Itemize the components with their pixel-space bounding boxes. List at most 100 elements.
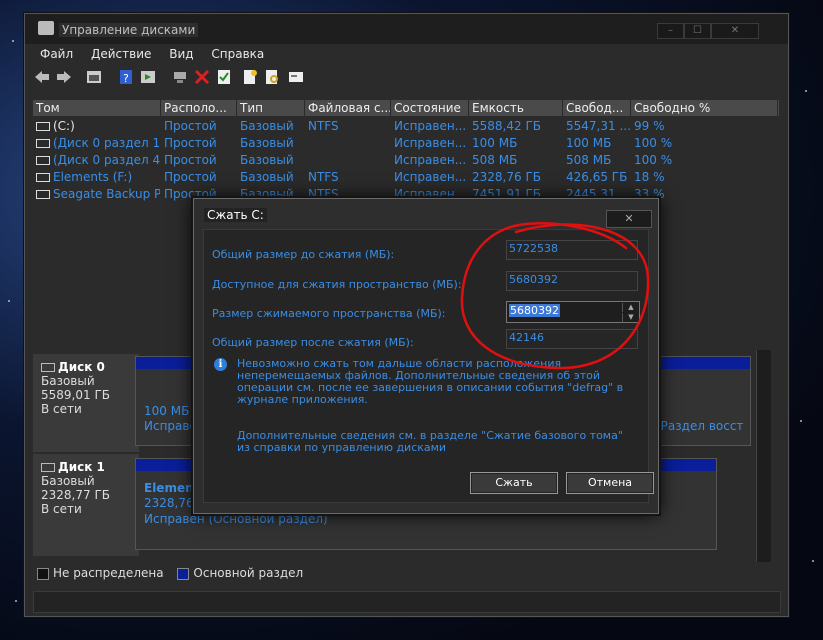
menu-action[interactable]: Действие: [84, 44, 158, 64]
disk-size: 5589,01 ГБ: [41, 388, 110, 402]
partition-size: 100 МБ: [144, 404, 190, 418]
unallocated-swatch: [37, 567, 49, 580]
volume-icon: [36, 122, 50, 131]
legend: Не распределена Основной раздел: [33, 566, 779, 586]
volume-cell: Базовый: [237, 152, 304, 169]
volume-cell: Seagate Backup Pl...: [33, 186, 160, 203]
minimize-button[interactable]: –: [657, 23, 684, 39]
total-after-field: 42146: [506, 329, 638, 349]
check-icon[interactable]: [215, 68, 233, 86]
info-message: Невозможно сжать том дальше области расп…: [237, 357, 624, 406]
volume-cell-text: Простой: [164, 153, 217, 167]
menu-bar: Файл Действие Вид Справка: [25, 44, 788, 64]
star: [8, 300, 10, 302]
volume-cell-text: Базовый: [240, 136, 294, 150]
volume-cell: 100 %: [631, 135, 777, 152]
volume-cell-text: (Диск 0 раздел 1): [53, 136, 160, 150]
vertical-scrollbar[interactable]: [756, 350, 771, 562]
volume-cell-text: 508 МБ: [566, 153, 612, 167]
volume-cell: Исправен...: [391, 118, 468, 135]
shrink-button[interactable]: Сжать: [470, 472, 558, 494]
volume-icon: [36, 139, 50, 148]
refresh-icon[interactable]: [139, 68, 157, 86]
star: [15, 600, 17, 602]
total-before-field: 5722538: [506, 240, 638, 260]
col-status[interactable]: Состояние: [391, 100, 469, 116]
col-filesystem[interactable]: Файловая с...: [305, 100, 391, 116]
star: [812, 560, 814, 562]
volume-cell: Исправен...: [391, 169, 468, 186]
menu-file[interactable]: Файл: [33, 44, 80, 64]
star: [805, 90, 807, 92]
disk-0-label[interactable]: Диск 0 Базовый 5589,01 ГБ В сети: [33, 354, 139, 452]
volume-cell: Elements (F:): [33, 169, 160, 186]
volume-cell-text: 100 %: [634, 153, 673, 167]
back-icon[interactable]: [33, 68, 51, 86]
cancel-button[interactable]: Отмена: [566, 472, 654, 494]
volume-cell-text: (Диск 0 раздел 4): [53, 153, 160, 167]
spin-down-icon[interactable]: ▼: [622, 313, 639, 322]
volume-cell-text: Базовый: [240, 170, 294, 184]
volume-cell: 18 %: [631, 169, 777, 186]
menu-help[interactable]: Справка: [204, 44, 271, 64]
volume-cell: Базовый: [237, 118, 304, 135]
disk-size: 2328,77 ГБ: [41, 488, 110, 502]
volume-row[interactable]: (C:) Простой Базовый NTFS Исправен... 5588,42…: [33, 118, 779, 135]
col-type[interactable]: Тип: [237, 100, 305, 116]
volume-row[interactable]: (Диск 0 раздел 4) Простой Базовый Исправен.…: [33, 152, 779, 169]
spin-up-icon[interactable]: ▲: [622, 303, 639, 312]
col-free-percent[interactable]: Свободно %: [631, 100, 778, 116]
dialog-close-button[interactable]: ✕: [606, 210, 652, 228]
help-icon[interactable]: ?: [117, 68, 135, 86]
menu-view[interactable]: Вид: [162, 44, 200, 64]
total-before-label: Общий размер до сжатия (МБ):: [212, 248, 395, 261]
volume-cell-text: 508 МБ: [472, 153, 518, 167]
col-layout[interactable]: Располо...: [161, 100, 237, 116]
volume-cell-text: 5547,31 ...: [566, 119, 630, 133]
shrink-size-input[interactable]: 5680392: [509, 304, 560, 317]
help-link-text[interactable]: Дополнительные сведения см. в разделе "С…: [237, 430, 637, 454]
volume-cell-text: Базовый: [240, 119, 294, 133]
legend-primary: Основной раздел: [193, 566, 304, 580]
search-icon[interactable]: [263, 68, 281, 86]
volume-cell-text: 2328,76 ГБ: [472, 170, 541, 184]
volume-cell: 508 МБ: [469, 152, 562, 169]
volume-row[interactable]: (Диск 0 раздел 1) Простой Базовый Исправен.…: [33, 135, 779, 152]
delete-icon[interactable]: [193, 68, 211, 86]
volume-icon: [36, 190, 50, 199]
volume-cell-text: Простой: [164, 136, 217, 150]
connect-icon[interactable]: [171, 68, 189, 86]
disk-icon: [41, 363, 55, 372]
title-bar[interactable]: Управление дисками – ☐ ✕: [25, 14, 788, 44]
shrink-size-stepper[interactable]: 5680392 ▲ ▼: [506, 301, 640, 323]
volume-cell: (Диск 0 раздел 4): [33, 152, 160, 169]
disk-status: В сети: [41, 402, 82, 416]
info-icon: i: [214, 358, 227, 371]
disk-icon: [41, 463, 55, 472]
col-free[interactable]: Свобод...: [563, 100, 631, 116]
status-bar: [33, 591, 781, 613]
col-volume[interactable]: Том: [33, 100, 161, 116]
volume-cell: Простой: [161, 135, 236, 152]
legend-unallocated: Не распределена: [53, 566, 164, 580]
star: [12, 40, 14, 42]
volume-cell: Исправен...: [391, 152, 468, 169]
volume-cell-text: 5588,42 ГБ: [472, 119, 541, 133]
col-capacity[interactable]: Емкость: [469, 100, 563, 116]
volume-cell-text: 100 %: [634, 136, 673, 150]
new-icon[interactable]: [241, 68, 259, 86]
maximize-button[interactable]: ☐: [684, 23, 711, 39]
primary-swatch: [177, 567, 190, 580]
volume-cell-text: Elements (F:): [53, 170, 133, 184]
close-button[interactable]: ✕: [711, 23, 759, 39]
forward-icon[interactable]: [55, 68, 73, 86]
settings-icon[interactable]: [287, 68, 305, 86]
volume-list-header: Том Располо... Тип Файловая с... Состоян…: [33, 100, 779, 116]
volume-cell: 100 МБ: [563, 135, 630, 152]
disk-1-label[interactable]: Диск 1 Базовый 2328,77 ГБ В сети: [33, 454, 139, 556]
dialog-body: Общий размер до сжатия (МБ): 5722538 Дос…: [203, 229, 654, 503]
properties-icon[interactable]: [85, 68, 103, 86]
volume-row[interactable]: Elements (F:) Простой Базовый NTFS Исправен.…: [33, 169, 779, 186]
volume-cell: 2328,76 ГБ: [469, 169, 562, 186]
dialog-title: Сжать C:: [204, 208, 267, 222]
